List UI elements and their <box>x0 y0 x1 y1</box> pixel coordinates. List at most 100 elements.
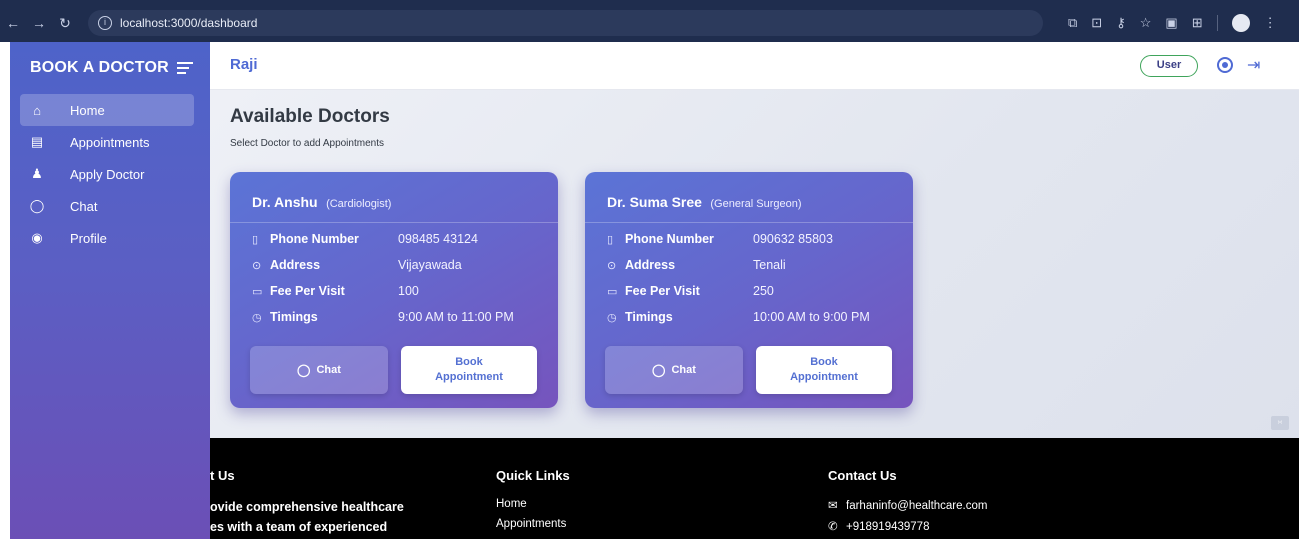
address-row: ⊙ Address Tenali <box>607 255 897 275</box>
book-appointment-button[interactable]: Book Appointment <box>401 346 537 394</box>
brand: BOOK A DOCTOR <box>10 42 210 94</box>
footer-about-heading: t Us <box>210 468 235 483</box>
clock-icon: ◷ <box>607 311 617 324</box>
money-icon: ▭ <box>607 285 618 298</box>
reload-icon[interactable]: ↻ <box>52 15 78 32</box>
sidebar-item-home[interactable]: ⌂ Home <box>20 94 194 126</box>
fee-row: ▭ Fee Per Visit 250 <box>607 281 897 301</box>
book-button-label-line2: Appointment <box>435 371 503 383</box>
sidebar-item-apply-doctor[interactable]: ♟ Apply Doctor <box>20 158 194 190</box>
timings-value: 10:00 AM to 9:00 PM <box>753 310 870 324</box>
logout-icon[interactable]: ⇥ <box>1247 55 1260 75</box>
file-icon: ▤ <box>30 134 44 149</box>
bookmark-star-icon[interactable]: ☆ <box>1140 15 1152 31</box>
footer-link-appointments[interactable]: Appointments <box>496 518 566 530</box>
sidebar-nav: ⌂ Home ▤ Appointments ♟ Apply Doctor ◯ C… <box>10 94 210 254</box>
sidebar-item-profile[interactable]: ◉ Profile <box>20 222 194 254</box>
fee-value: 250 <box>753 284 774 298</box>
user-name: Raji <box>230 56 258 73</box>
book-button-label-line1: Book <box>810 356 838 368</box>
card-divider <box>585 222 913 223</box>
phone-label: Phone Number <box>270 232 359 246</box>
chat-button[interactable]: ◯ Chat <box>605 346 743 394</box>
sidebar-item-chat[interactable]: ◯ Chat <box>20 190 194 222</box>
timings-label: Timings <box>270 310 318 324</box>
sidebar-item-label: Chat <box>70 198 98 214</box>
top-header: Raji User ⇥ <box>210 42 1299 90</box>
phone-value: 090632 85803 <box>753 232 833 246</box>
role-badge[interactable]: User <box>1140 55 1198 77</box>
phone-label: Phone Number <box>625 232 714 246</box>
footer-links-heading: Quick Links <box>496 468 570 483</box>
site-info-icon[interactable]: i <box>98 16 112 30</box>
back-icon[interactable]: ← <box>0 15 26 31</box>
chat-icon: ◯ <box>297 363 311 377</box>
brand-title: BOOK A DOCTOR <box>30 59 169 76</box>
book-appointment-button[interactable]: Book Appointment <box>756 346 892 394</box>
location-pin-icon: ⊙ <box>252 259 262 272</box>
extensions-puzzle-icon[interactable]: ⊞ <box>1192 15 1203 31</box>
clock-icon: ◷ <box>252 311 262 324</box>
home-icon: ⌂ <box>33 102 41 118</box>
phone-row: ▯ Phone Number 090632 85803 <box>607 229 897 249</box>
address-label: Address <box>625 258 676 272</box>
footer-email[interactable]: farhaninfo@healthcare.com <box>846 500 987 512</box>
timings-row: ◷ Timings 10:00 AM to 9:00 PM <box>607 307 897 327</box>
address-bar[interactable]: i localhost:3000/dashboard <box>88 10 1043 36</box>
timings-row: ◷ Timings 9:00 AM to 11:00 PM <box>252 307 542 327</box>
browser-chrome: ← → ↻ i localhost:3000/dashboard ⧉ ⊡ ⚷ ☆… <box>0 0 1299 42</box>
devtools-toggle-icon[interactable]: ›‹ <box>1271 416 1289 430</box>
book-button-label-line2: Appointment <box>790 371 858 383</box>
address-value: Tenali <box>753 258 786 272</box>
location-pin-icon: ⊙ <box>607 259 617 272</box>
phone-row: ▯ Phone Number 098485 43124 <box>252 229 542 249</box>
extension-mail-icon[interactable]: ▣ <box>1165 15 1177 31</box>
doctor-specialty: (General Surgeon) <box>710 198 802 210</box>
phone-icon: ▯ <box>607 233 614 246</box>
url-text: localhost:3000/dashboard <box>120 16 258 30</box>
sidebar-item-label: Profile <box>70 230 107 246</box>
money-icon: ▭ <box>252 285 263 298</box>
footer-about-line: es with a team of experienced <box>210 520 388 534</box>
address-label: Address <box>270 258 321 272</box>
page-subtitle: Select Doctor to add Appointments <box>230 138 384 149</box>
forward-icon[interactable]: → <box>26 15 52 31</box>
browser-menu-icon[interactable]: ⋮ <box>1264 15 1277 31</box>
fee-label: Fee Per Visit <box>625 284 700 298</box>
phone-value: 098485 43124 <box>398 232 478 246</box>
footer: t Us ovide comprehensive healthcare es w… <box>210 438 1299 539</box>
menu-toggle-icon[interactable] <box>176 59 193 77</box>
address-row: ⊙ Address Vijayawada <box>252 255 542 275</box>
footer-contact-heading: Contact Us <box>828 468 897 483</box>
chat-button[interactable]: ◯ Chat <box>250 346 388 394</box>
footer-phone[interactable]: +918919439778 <box>846 521 929 533</box>
sidebar-item-label: Appointments <box>70 134 150 150</box>
footer-phone-row: ✆ +918919439778 <box>828 519 929 533</box>
doctor-icon: ♟ <box>31 166 43 181</box>
cast-icon[interactable]: ⊡ <box>1091 15 1102 31</box>
doctor-card-header: Dr. Anshu (Cardiologist) <box>252 194 391 212</box>
phone-icon: ✆ <box>828 521 838 533</box>
book-button-label-line1: Book <box>455 356 483 368</box>
main-content: Available Doctors Select Doctor to add A… <box>210 90 1299 438</box>
chat-icon: ◯ <box>29 198 45 213</box>
fee-row: ▭ Fee Per Visit 100 <box>252 281 542 301</box>
doctor-specialty: (Cardiologist) <box>326 198 392 210</box>
footer-email-row: ✉ farhaninfo@healthcare.com <box>828 498 987 512</box>
toolbar-divider <box>1216 15 1218 31</box>
profile-icon: ◉ <box>31 230 43 245</box>
fee-label: Fee Per Visit <box>270 284 345 298</box>
sidebar: BOOK A DOCTOR ⌂ Home ▤ Appointments ♟ Ap… <box>10 42 210 539</box>
sidebar-item-appointments[interactable]: ▤ Appointments <box>20 126 194 158</box>
card-divider <box>230 222 558 223</box>
doctor-name: Dr. Anshu <box>252 194 318 210</box>
password-key-icon[interactable]: ⚷ <box>1116 15 1126 31</box>
browser-profile-avatar[interactable] <box>1231 14 1250 32</box>
sidebar-item-label: Apply Doctor <box>70 166 145 182</box>
phone-icon: ▯ <box>252 233 259 246</box>
footer-link-home[interactable]: Home <box>496 498 527 510</box>
translate-icon[interactable]: ⧉ <box>1068 15 1077 31</box>
address-value: Vijayawada <box>398 258 462 272</box>
notification-bell-icon[interactable] <box>1217 57 1233 73</box>
timings-value: 9:00 AM to 11:00 PM <box>398 310 514 324</box>
